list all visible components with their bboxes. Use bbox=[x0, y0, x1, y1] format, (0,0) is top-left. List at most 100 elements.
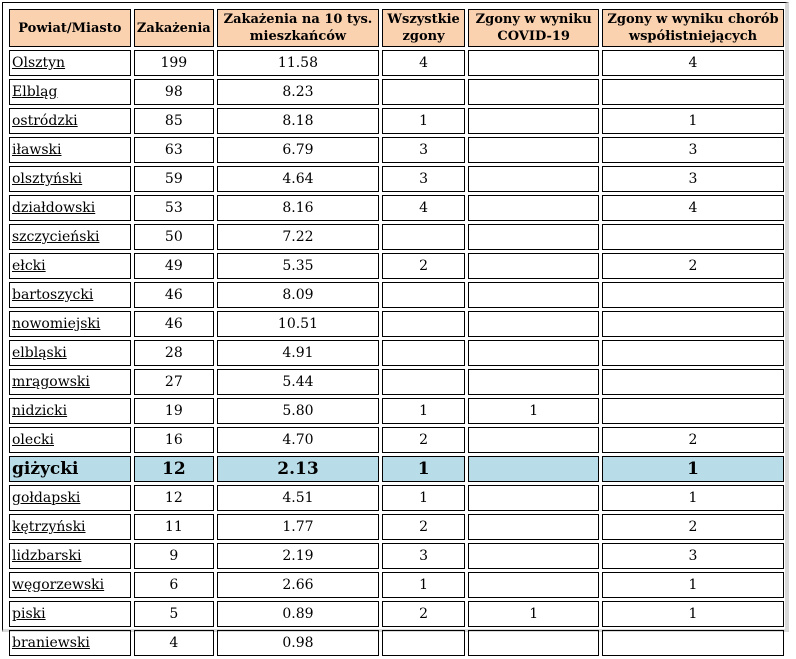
zgony-covid-cell bbox=[468, 137, 600, 163]
zakazenia-cell: 11 bbox=[133, 514, 215, 540]
wszystkie-zgony-cell bbox=[381, 311, 466, 337]
zgony-covid-cell bbox=[468, 79, 600, 105]
zgony-wspolistniejace-cell bbox=[602, 224, 784, 250]
zakazenia-per-10k-cell: 11.58 bbox=[217, 50, 379, 76]
table-row: lidzbarski 9 2.19 3 3 bbox=[9, 543, 784, 569]
wszystkie-zgony-cell: 1 bbox=[381, 108, 466, 134]
powiat-name-cell[interactable]: węgorzewski bbox=[9, 572, 131, 598]
powiat-name-cell[interactable]: olsztyński bbox=[9, 166, 131, 192]
zakazenia-cell: 19 bbox=[133, 398, 215, 424]
zgony-covid-cell bbox=[468, 427, 600, 453]
zgony-covid-cell bbox=[468, 282, 600, 308]
powiat-name-cell[interactable]: nidzicki bbox=[9, 398, 131, 424]
table-row: ełcki 49 5.35 2 2 bbox=[9, 253, 784, 279]
zgony-wspolistniejace-cell: 1 bbox=[602, 108, 784, 134]
wszystkie-zgony-cell: 2 bbox=[381, 253, 466, 279]
powiat-name-cell[interactable]: działdowski bbox=[9, 195, 131, 221]
zakazenia-per-10k-cell: 10.51 bbox=[217, 311, 379, 337]
powiat-name-cell[interactable]: Olsztyn bbox=[9, 50, 131, 76]
zgony-covid-cell bbox=[468, 630, 600, 656]
powiat-name-cell[interactable]: ostródzki bbox=[9, 108, 131, 134]
zgony-wspolistniejace-cell: 1 bbox=[602, 456, 784, 482]
zakazenia-cell: 199 bbox=[133, 50, 215, 76]
powiat-name-cell[interactable]: gołdapski bbox=[9, 485, 131, 511]
powiat-name-cell[interactable]: szczycieński bbox=[9, 224, 131, 250]
table-row: działdowski 53 8.16 4 4 bbox=[9, 195, 784, 221]
zakazenia-per-10k-cell: 0.89 bbox=[217, 601, 379, 627]
header-powiat: Powiat/Miasto bbox=[9, 9, 131, 47]
zgony-covid-cell bbox=[468, 456, 600, 482]
header-zgony-wspolistniejace: Zgony w wyniku chorób współistniejących bbox=[602, 9, 784, 47]
covid-stats-table: Powiat/Miasto Zakażenia Zakażenia na 10 … bbox=[6, 6, 787, 659]
powiat-name-cell[interactable]: lidzbarski bbox=[9, 543, 131, 569]
zgony-wspolistniejace-cell: 3 bbox=[602, 137, 784, 163]
zgony-covid-cell bbox=[468, 108, 600, 134]
wszystkie-zgony-cell: 4 bbox=[381, 195, 466, 221]
zgony-wspolistniejace-cell: 2 bbox=[602, 514, 784, 540]
table-row: piski 5 0.89 2 1 1 bbox=[9, 601, 784, 627]
zgony-covid-cell bbox=[468, 485, 600, 511]
zgony-wspolistniejace-cell: 1 bbox=[602, 485, 784, 511]
wszystkie-zgony-cell: 2 bbox=[381, 427, 466, 453]
wszystkie-zgony-cell bbox=[381, 224, 466, 250]
zakazenia-cell: 63 bbox=[133, 137, 215, 163]
table-row: olecki 16 4.70 2 2 bbox=[9, 427, 784, 453]
table-row: kętrzyński 11 1.77 2 2 bbox=[9, 514, 784, 540]
zgony-wspolistniejace-cell: 4 bbox=[602, 195, 784, 221]
header-zakazenia: Zakażenia bbox=[133, 9, 215, 47]
wszystkie-zgony-cell bbox=[381, 369, 466, 395]
powiat-name-cell[interactable]: Elbląg bbox=[9, 79, 131, 105]
table-row: gołdapski 12 4.51 1 1 bbox=[9, 485, 784, 511]
zakazenia-per-10k-cell: 5.44 bbox=[217, 369, 379, 395]
zgony-wspolistniejace-cell: 3 bbox=[602, 543, 784, 569]
powiat-name-cell[interactable]: olecki bbox=[9, 427, 131, 453]
zakazenia-per-10k-cell: 8.23 bbox=[217, 79, 379, 105]
zakazenia-cell: 85 bbox=[133, 108, 215, 134]
zakazenia-per-10k-cell: 4.51 bbox=[217, 485, 379, 511]
zgony-wspolistniejace-cell bbox=[602, 340, 784, 366]
zakazenia-cell: 28 bbox=[133, 340, 215, 366]
powiat-name-cell[interactable]: iławski bbox=[9, 137, 131, 163]
zgony-covid-cell bbox=[468, 572, 600, 598]
powiat-name-cell[interactable]: bartoszycki bbox=[9, 282, 131, 308]
zgony-covid-cell bbox=[468, 369, 600, 395]
wszystkie-zgony-cell: 4 bbox=[381, 50, 466, 76]
zgony-covid-cell bbox=[468, 195, 600, 221]
table-row: bartoszycki 46 8.09 bbox=[9, 282, 784, 308]
zakazenia-cell: 4 bbox=[133, 630, 215, 656]
wszystkie-zgony-cell: 2 bbox=[381, 514, 466, 540]
table-row: iławski 63 6.79 3 3 bbox=[9, 137, 784, 163]
zgony-covid-cell bbox=[468, 50, 600, 76]
zakazenia-per-10k-cell: 8.09 bbox=[217, 282, 379, 308]
powiat-name-cell[interactable]: ełcki bbox=[9, 253, 131, 279]
powiat-name-cell[interactable]: elbląski bbox=[9, 340, 131, 366]
zakazenia-per-10k-cell: 0.98 bbox=[217, 630, 379, 656]
zakazenia-cell: 50 bbox=[133, 224, 215, 250]
zakazenia-per-10k-cell: 7.22 bbox=[217, 224, 379, 250]
zakazenia-per-10k-cell: 2.19 bbox=[217, 543, 379, 569]
table-row: giżycki 12 2.13 1 1 bbox=[9, 456, 784, 482]
zakazenia-cell: 5 bbox=[133, 601, 215, 627]
zakazenia-cell: 27 bbox=[133, 369, 215, 395]
wszystkie-zgony-cell: 3 bbox=[381, 543, 466, 569]
table-row: mrągowski 27 5.44 bbox=[9, 369, 784, 395]
zakazenia-cell: 12 bbox=[133, 456, 215, 482]
zakazenia-cell: 6 bbox=[133, 572, 215, 598]
zakazenia-per-10k-cell: 4.91 bbox=[217, 340, 379, 366]
zakazenia-per-10k-cell: 4.64 bbox=[217, 166, 379, 192]
zgony-wspolistniejace-cell: 1 bbox=[602, 572, 784, 598]
powiat-name-cell[interactable]: braniewski bbox=[9, 630, 131, 656]
header-row: Powiat/Miasto Zakażenia Zakażenia na 10 … bbox=[9, 9, 784, 47]
zakazenia-cell: 49 bbox=[133, 253, 215, 279]
powiat-name-cell[interactable]: mrągowski bbox=[9, 369, 131, 395]
powiat-name-cell[interactable]: nowomiejski bbox=[9, 311, 131, 337]
wszystkie-zgony-cell: 1 bbox=[381, 485, 466, 511]
zgony-covid-cell bbox=[468, 224, 600, 250]
zakazenia-cell: 46 bbox=[133, 311, 215, 337]
powiat-name-cell[interactable]: piski bbox=[9, 601, 131, 627]
wszystkie-zgony-cell bbox=[381, 282, 466, 308]
powiat-name-cell[interactable]: kętrzyński bbox=[9, 514, 131, 540]
zakazenia-cell: 9 bbox=[133, 543, 215, 569]
zgony-wspolistniejace-cell: 2 bbox=[602, 427, 784, 453]
zakazenia-per-10k-cell: 8.18 bbox=[217, 108, 379, 134]
